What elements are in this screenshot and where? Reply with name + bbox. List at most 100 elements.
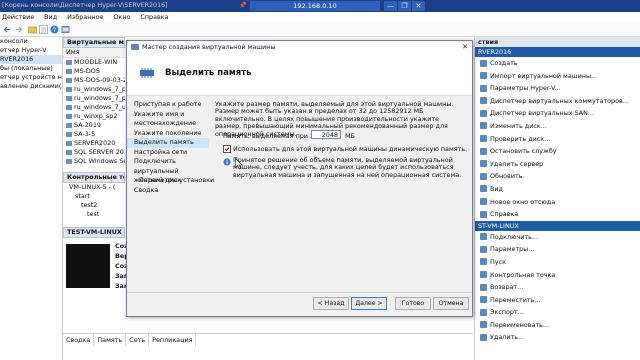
back-button[interactable]: < Назад bbox=[313, 297, 349, 310]
menu-favorites[interactable]: Избранное bbox=[67, 13, 103, 21]
wizard-app-icon bbox=[131, 44, 139, 50]
checkpoint-item[interactable]: test2 bbox=[63, 201, 125, 210]
vm-column-name[interactable]: Имя bbox=[63, 48, 125, 58]
action-item[interactable]: Диспетчер виртуальных SAN... bbox=[475, 107, 640, 120]
console-tree: консоли етчер Hyper-V RVER2016 бы (локал… bbox=[0, 37, 63, 360]
step-network[interactable]: Настройка сети bbox=[127, 148, 209, 158]
action-label: Переместить... bbox=[490, 295, 541, 304]
action-item[interactable]: Вид bbox=[475, 183, 640, 196]
step-name-location[interactable]: Укажите имя и местонахождение bbox=[127, 110, 209, 129]
action-item[interactable]: Создать bbox=[475, 57, 640, 70]
step-virtual-disk[interactable]: Подключить виртуальный жесткий диск bbox=[127, 157, 209, 184]
action-item[interactable]: Остановить службу bbox=[475, 145, 640, 158]
step-assign-memory[interactable]: Выделить память bbox=[127, 138, 209, 148]
menu-help[interactable]: Справка bbox=[140, 13, 168, 21]
rdp-minimize-button[interactable]: — bbox=[384, 1, 397, 11]
action-item[interactable]: Удалить... bbox=[475, 331, 640, 344]
tab-memory[interactable]: Память bbox=[94, 334, 127, 346]
action-item[interactable]: Новое окно отсюда bbox=[475, 196, 640, 209]
vm-list-item[interactable]: SA-3-5 bbox=[63, 130, 125, 139]
vm-list-item[interactable]: MS-DOS bbox=[63, 67, 125, 76]
dynamic-memory-label[interactable]: Использовать для этой виртуальной машины… bbox=[233, 145, 467, 153]
vm-list-item[interactable]: ru_windows_7_profe bbox=[63, 85, 125, 94]
action-item[interactable]: Контрольная точка bbox=[475, 269, 640, 282]
next-button[interactable]: Далее > bbox=[351, 297, 387, 310]
action-item[interactable]: Экспорт... bbox=[475, 306, 640, 319]
rdp-close-button[interactable]: ✕ bbox=[412, 1, 425, 11]
action-icon bbox=[480, 308, 487, 316]
action-item[interactable]: Импорт виртуальной машины... bbox=[475, 70, 640, 83]
action-label: Изменить диск... bbox=[490, 121, 547, 130]
action-item[interactable]: Диспетчер виртуальных коммутаторов... bbox=[475, 95, 640, 108]
actions-server-section[interactable]: RVER2016 bbox=[475, 47, 640, 57]
forward-icon[interactable] bbox=[14, 25, 23, 34]
action-item[interactable]: Параметры... bbox=[475, 243, 640, 256]
tab-replication[interactable]: Репликация bbox=[149, 334, 197, 346]
checkpoint-item[interactable]: test bbox=[63, 210, 125, 219]
vm-list-item[interactable]: ru_windows_7_ultima bbox=[63, 103, 125, 112]
vm-list-item[interactable]: SA-2019 bbox=[63, 121, 125, 130]
action-item[interactable]: Изменить диск... bbox=[475, 120, 640, 133]
action-item[interactable]: Переименовать... bbox=[475, 319, 640, 332]
menu-view[interactable]: Вид bbox=[44, 13, 57, 21]
tree-item-hyperv[interactable]: етчер Hyper-V bbox=[0, 46, 62, 55]
checkpoint-item[interactable]: VM-LINUX-5 - ( bbox=[63, 183, 125, 192]
tree-item-server[interactable]: RVER2016 bbox=[0, 55, 62, 64]
vm-thumbnail bbox=[66, 244, 110, 288]
action-icon bbox=[480, 72, 487, 80]
action-item[interactable]: Подключить... bbox=[475, 231, 640, 244]
vm-name: ru_windows_7_profe bbox=[74, 94, 125, 102]
actions-header: ствия bbox=[475, 37, 640, 47]
dialog-heading: Выделить память bbox=[165, 68, 252, 78]
vm-list-item[interactable]: MOODLE-WIN bbox=[63, 58, 125, 67]
action-item[interactable]: Переместить... bbox=[475, 294, 640, 307]
tree-item-disks[interactable]: авление дисками(Лок) bbox=[0, 82, 62, 91]
console-icon[interactable] bbox=[61, 25, 70, 34]
finish-button[interactable]: Готово bbox=[395, 297, 431, 310]
menu-window[interactable]: Окно bbox=[113, 13, 130, 21]
tree-item-services[interactable]: бы (локальные) bbox=[0, 64, 62, 73]
action-item[interactable]: Пуск bbox=[475, 256, 640, 269]
tab-summary[interactable]: Сводка bbox=[63, 334, 95, 346]
vm-list-item[interactable]: ru_windows_7_profe bbox=[63, 94, 125, 103]
vm-list-item[interactable]: SQL SERVER 2019 bbox=[63, 148, 125, 157]
vm-list-item[interactable]: SERVER2020 bbox=[63, 139, 125, 148]
server-actions: Создать Импорт виртуальной машины... Парам… bbox=[475, 57, 640, 221]
rdp-restore-button[interactable]: ❐ bbox=[398, 1, 411, 11]
vm-list-item[interactable]: SQL Windows Server bbox=[63, 157, 125, 166]
vm-name: SERVER2020 bbox=[74, 139, 116, 147]
pin-button[interactable]: 📌 bbox=[238, 1, 248, 11]
action-item[interactable]: Параметры Hyper-V... bbox=[475, 82, 640, 95]
action-item[interactable]: Обновить bbox=[475, 170, 640, 183]
dialog-close-button[interactable]: ✕ bbox=[462, 41, 468, 53]
vm-list-item[interactable]: ru_winxp_sp2 bbox=[63, 112, 125, 121]
cancel-button[interactable]: Отмена bbox=[433, 297, 469, 310]
action-label: Параметры Hyper-V... bbox=[490, 84, 561, 93]
actions-vm-section[interactable]: ST-VM-LINUX bbox=[475, 220, 640, 231]
action-item[interactable]: Удалить сервер bbox=[475, 158, 640, 171]
folder-icon[interactable] bbox=[28, 25, 37, 34]
step-generation[interactable]: Укажите поколение bbox=[127, 129, 209, 139]
memory-unit: МБ bbox=[345, 132, 355, 140]
list-icon[interactable] bbox=[39, 25, 48, 34]
action-label: Справка bbox=[490, 210, 519, 219]
action-item[interactable]: Возврат... bbox=[475, 281, 640, 294]
checkpoint-item[interactable]: start bbox=[63, 192, 125, 201]
action-icon bbox=[480, 258, 487, 266]
back-icon[interactable] bbox=[3, 25, 12, 34]
step-getting-started[interactable]: Приступая к работе bbox=[127, 100, 209, 110]
tab-network[interactable]: Сеть bbox=[126, 334, 150, 346]
action-label: Обновить bbox=[490, 172, 523, 181]
menu-action[interactable]: Действие bbox=[2, 13, 34, 21]
memory-input[interactable]: 2048 bbox=[311, 130, 341, 139]
help-icon[interactable]: ? bbox=[50, 25, 59, 34]
action-item[interactable]: Проверить диск... bbox=[475, 133, 640, 146]
step-installation-options[interactable]: Параметры установки bbox=[127, 176, 214, 186]
step-summary[interactable]: Сводка bbox=[127, 186, 209, 196]
checkpoints-header: Контрольные точки bbox=[63, 172, 125, 183]
action-item[interactable]: Справка bbox=[475, 208, 640, 221]
dynamic-memory-checkbox[interactable] bbox=[223, 145, 231, 153]
tree-item-devices[interactable]: етчер устройств на л bbox=[0, 73, 62, 82]
tree-item-root[interactable]: консоли bbox=[0, 37, 62, 46]
vm-list-item[interactable]: MS-DOS-09-03-2020 bbox=[63, 76, 125, 85]
